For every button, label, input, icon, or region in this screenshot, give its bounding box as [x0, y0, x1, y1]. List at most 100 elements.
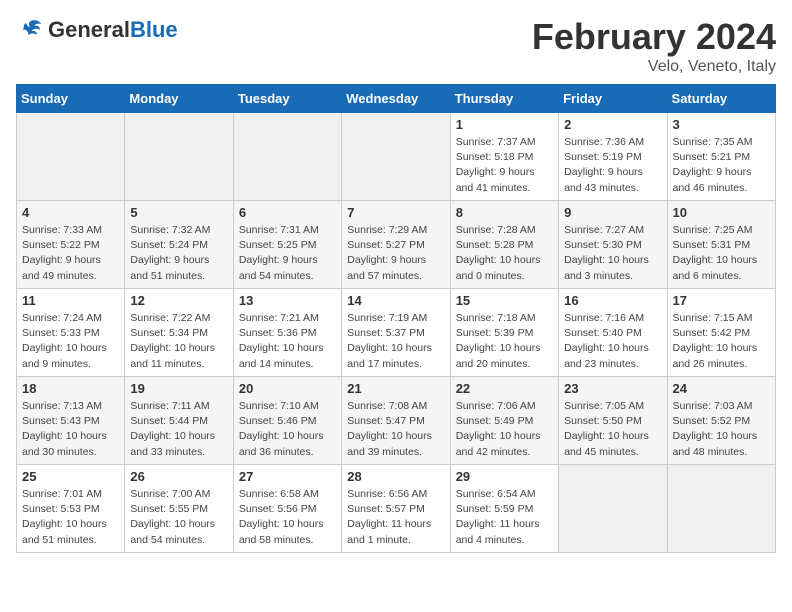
calendar-cell: 9 Sunrise: 7:27 AM Sunset: 5:30 PM Daylig…	[559, 201, 667, 289]
day-number: 6	[239, 205, 336, 220]
day-info: Sunrise: 7:32 AM Sunset: 5:24 PM Dayligh…	[130, 223, 227, 284]
day-info: Sunrise: 7:28 AM Sunset: 5:28 PM Dayligh…	[456, 223, 553, 284]
day-number: 15	[456, 293, 553, 308]
day-number: 8	[456, 205, 553, 220]
calendar-cell	[125, 113, 233, 201]
calendar-cell: 29Sunrise: 6:54 AM Sunset: 5:59 PM Dayli…	[450, 465, 558, 553]
day-number: 9	[564, 205, 661, 220]
header-cell-tuesday: Tuesday	[233, 85, 341, 113]
calendar-cell: 25 Sunrise: 7:01 AM Sunset: 5:53 PM Dayli…	[17, 465, 125, 553]
day-number: 21	[347, 381, 444, 396]
day-number: 3	[673, 117, 770, 132]
calendar-body: 1 Sunrise: 7:37 AM Sunset: 5:18 PM Daylig…	[17, 113, 776, 553]
day-number: 13	[239, 293, 336, 308]
day-info: Sunrise: 7:01 AM Sunset: 5:53 PM Dayligh…	[22, 487, 119, 548]
calendar-cell: 5 Sunrise: 7:32 AM Sunset: 5:24 PM Daylig…	[125, 201, 233, 289]
day-info: Sunrise: 6:56 AM Sunset: 5:57 PM Dayligh…	[347, 487, 444, 548]
logo-bird-icon	[16, 16, 44, 44]
day-number: 19	[130, 381, 227, 396]
calendar-cell: 3 Sunrise: 7:35 AM Sunset: 5:21 PM Daylig…	[667, 113, 775, 201]
calendar-cell: 10Sunrise: 7:25 AM Sunset: 5:31 PM Dayli…	[667, 201, 775, 289]
day-info: Sunrise: 7:33 AM Sunset: 5:22 PM Dayligh…	[22, 223, 119, 284]
day-info: Sunrise: 7:22 AM Sunset: 5:34 PM Dayligh…	[130, 311, 227, 372]
calendar-cell: 16Sunrise: 7:16 AM Sunset: 5:40 PM Dayli…	[559, 289, 667, 377]
day-number: 7	[347, 205, 444, 220]
calendar-table: SundayMondayTuesdayWednesdayThursdayFrid…	[16, 84, 776, 553]
day-number: 26	[130, 469, 227, 484]
day-info: Sunrise: 7:25 AM Sunset: 5:31 PM Dayligh…	[673, 223, 770, 284]
day-info: Sunrise: 7:35 AM Sunset: 5:21 PM Dayligh…	[673, 135, 770, 196]
calendar-cell: 26Sunrise: 7:00 AM Sunset: 5:55 PM Dayli…	[125, 465, 233, 553]
day-info: Sunrise: 7:21 AM Sunset: 5:36 PM Dayligh…	[239, 311, 336, 372]
day-info: Sunrise: 7:13 AM Sunset: 5:43 PM Dayligh…	[22, 399, 119, 460]
logo: General Blue	[16, 16, 178, 44]
header-row: SundayMondayTuesdayWednesdayThursdayFrid…	[17, 85, 776, 113]
day-info: Sunrise: 7:27 AM Sunset: 5:30 PM Dayligh…	[564, 223, 661, 284]
day-info: Sunrise: 6:54 AM Sunset: 5:59 PM Dayligh…	[456, 487, 553, 548]
calendar-cell: 11 Sunrise: 7:24 AM Sunset: 5:33 PM Dayli…	[17, 289, 125, 377]
calendar-cell: 8 Sunrise: 7:28 AM Sunset: 5:28 PM Daylig…	[450, 201, 558, 289]
calendar-cell: 14 Sunrise: 7:19 AM Sunset: 5:37 PM Dayli…	[342, 289, 450, 377]
header-cell-friday: Friday	[559, 85, 667, 113]
calendar-cell	[559, 465, 667, 553]
calendar-week-3: 18 Sunrise: 7:13 AM Sunset: 5:43 PM Dayli…	[17, 377, 776, 465]
day-number: 1	[456, 117, 553, 132]
day-number: 24	[673, 381, 770, 396]
header-cell-monday: Monday	[125, 85, 233, 113]
calendar-cell: 13 Sunrise: 7:21 AM Sunset: 5:36 PM Dayli…	[233, 289, 341, 377]
day-number: 27	[239, 469, 336, 484]
day-number: 12	[130, 293, 227, 308]
month-title: February 2024	[532, 16, 776, 58]
day-number: 17	[673, 293, 770, 308]
calendar-cell: 7 Sunrise: 7:29 AM Sunset: 5:27 PM Daylig…	[342, 201, 450, 289]
calendar-cell: 17 Sunrise: 7:15 AM Sunset: 5:42 PM Dayli…	[667, 289, 775, 377]
calendar-cell: 28 Sunrise: 6:56 AM Sunset: 5:57 PM Dayli…	[342, 465, 450, 553]
calendar-cell: 24 Sunrise: 7:03 AM Sunset: 5:52 PM Dayli…	[667, 377, 775, 465]
header-cell-thursday: Thursday	[450, 85, 558, 113]
day-number: 14	[347, 293, 444, 308]
title-section: February 2024 Velo, Veneto, Italy	[532, 16, 776, 76]
day-number: 20	[239, 381, 336, 396]
logo-blue: Blue	[130, 18, 178, 42]
calendar-cell: 20Sunrise: 7:10 AM Sunset: 5:46 PM Dayli…	[233, 377, 341, 465]
day-number: 2	[564, 117, 661, 132]
day-info: Sunrise: 7:19 AM Sunset: 5:37 PM Dayligh…	[347, 311, 444, 372]
day-info: Sunrise: 7:05 AM Sunset: 5:50 PM Dayligh…	[564, 399, 661, 460]
day-number: 22	[456, 381, 553, 396]
calendar-cell: 23 Sunrise: 7:05 AM Sunset: 5:50 PM Dayli…	[559, 377, 667, 465]
day-info: Sunrise: 7:16 AM Sunset: 5:40 PM Dayligh…	[564, 311, 661, 372]
calendar-week-1: 4 Sunrise: 7:33 AM Sunset: 5:22 PM Daylig…	[17, 201, 776, 289]
logo-general: General	[48, 18, 130, 42]
calendar-cell: 12 Sunrise: 7:22 AM Sunset: 5:34 PM Dayli…	[125, 289, 233, 377]
day-info: Sunrise: 7:11 AM Sunset: 5:44 PM Dayligh…	[130, 399, 227, 460]
header-cell-sunday: Sunday	[17, 85, 125, 113]
logo-text: General Blue	[48, 18, 178, 42]
calendar-week-4: 25 Sunrise: 7:01 AM Sunset: 5:53 PM Dayli…	[17, 465, 776, 553]
day-info: Sunrise: 7:18 AM Sunset: 5:39 PM Dayligh…	[456, 311, 553, 372]
day-number: 28	[347, 469, 444, 484]
calendar-cell: 22Sunrise: 7:06 AM Sunset: 5:49 PM Dayli…	[450, 377, 558, 465]
day-info: Sunrise: 7:36 AM Sunset: 5:19 PM Dayligh…	[564, 135, 661, 196]
day-info: Sunrise: 7:37 AM Sunset: 5:18 PM Dayligh…	[456, 135, 553, 196]
calendar-cell	[342, 113, 450, 201]
day-number: 23	[564, 381, 661, 396]
calendar-cell: 15 Sunrise: 7:18 AM Sunset: 5:39 PM Dayli…	[450, 289, 558, 377]
day-number: 11	[22, 293, 119, 308]
header-cell-saturday: Saturday	[667, 85, 775, 113]
day-info: Sunrise: 7:15 AM Sunset: 5:42 PM Dayligh…	[673, 311, 770, 372]
day-number: 25	[22, 469, 119, 484]
day-info: Sunrise: 7:03 AM Sunset: 5:52 PM Dayligh…	[673, 399, 770, 460]
calendar-cell: 1 Sunrise: 7:37 AM Sunset: 5:18 PM Daylig…	[450, 113, 558, 201]
day-number: 5	[130, 205, 227, 220]
calendar-cell: 4 Sunrise: 7:33 AM Sunset: 5:22 PM Daylig…	[17, 201, 125, 289]
day-number: 4	[22, 205, 119, 220]
calendar-cell: 6Sunrise: 7:31 AM Sunset: 5:25 PM Daylig…	[233, 201, 341, 289]
calendar-cell	[17, 113, 125, 201]
day-info: Sunrise: 7:29 AM Sunset: 5:27 PM Dayligh…	[347, 223, 444, 284]
header-cell-wednesday: Wednesday	[342, 85, 450, 113]
day-number: 18	[22, 381, 119, 396]
day-info: Sunrise: 6:58 AM Sunset: 5:56 PM Dayligh…	[239, 487, 336, 548]
calendar-cell: 2 Sunrise: 7:36 AM Sunset: 5:19 PM Daylig…	[559, 113, 667, 201]
day-info: Sunrise: 7:24 AM Sunset: 5:33 PM Dayligh…	[22, 311, 119, 372]
calendar-cell: 18 Sunrise: 7:13 AM Sunset: 5:43 PM Dayli…	[17, 377, 125, 465]
